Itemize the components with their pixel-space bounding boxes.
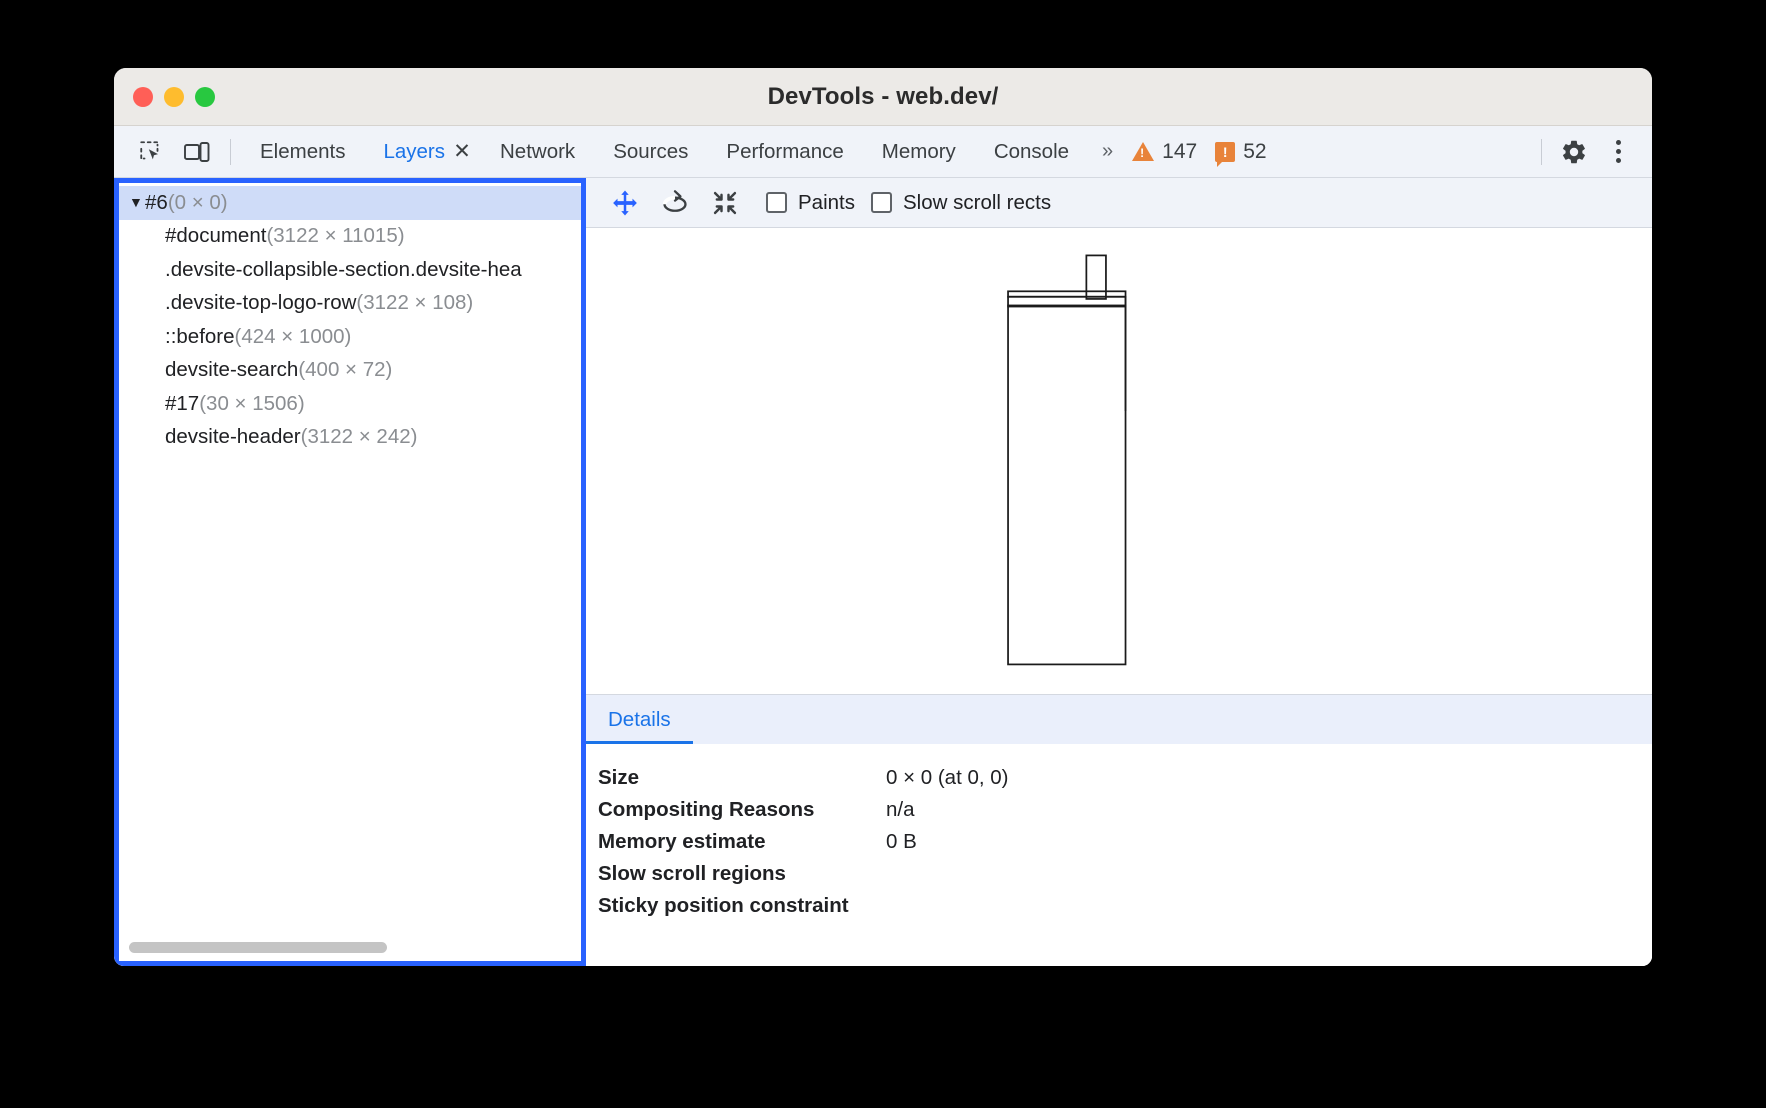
error-count-label: 52 <box>1243 140 1266 164</box>
layer-tree-list[interactable]: ▼ #6 (0 × 0) #document (3122 × 11015) .d… <box>119 183 581 935</box>
details-key: Memory estimate <box>586 830 886 854</box>
layer-dimensions: (30 × 1506) <box>199 392 304 416</box>
paints-checkbox-row[interactable]: Paints <box>766 191 855 215</box>
layer-tree-panel: ▼ #6 (0 × 0) #document (3122 × 11015) .d… <box>114 178 586 966</box>
details-row-sticky-position-constraint: Sticky position constraint <box>586 890 1652 922</box>
window-titlebar: DevTools - web.dev/ <box>114 68 1652 126</box>
details-key: Sticky position constraint <box>586 894 886 918</box>
layer-name: .devsite-top-logo-row <box>165 291 356 315</box>
layer-dimensions: (0 × 0) <box>168 191 228 215</box>
details-tabbar: Details <box>586 694 1652 744</box>
details-row-memory-estimate: Memory estimate 0 B <box>586 826 1652 858</box>
layer-tree-row-collapsible-section[interactable]: .devsite-collapsible-section.devsite-hea <box>119 253 581 287</box>
device-toolbar-icon[interactable] <box>174 132 220 172</box>
warning-count-label: 147 <box>1162 140 1197 164</box>
layer-name: devsite-search <box>165 358 298 382</box>
slow-scroll-rects-checkbox[interactable] <box>871 192 892 213</box>
layer-dimensions: (400 × 72) <box>298 358 392 382</box>
layer-tree-row-top-logo-row[interactable]: .devsite-top-logo-row (3122 × 108) <box>119 287 581 321</box>
details-value: 0 B <box>886 830 917 854</box>
details-key: Compositing Reasons <box>586 798 886 822</box>
chevron-down-icon[interactable]: ▼ <box>129 194 145 210</box>
details-row-slow-scroll-regions: Slow scroll regions <box>586 858 1652 890</box>
tab-memory[interactable]: Memory <box>863 126 975 178</box>
layer-tree-row-devsite-search[interactable]: devsite-search (400 × 72) <box>119 354 581 388</box>
layer-dimensions: (3122 × 108) <box>356 291 473 315</box>
details-content: Size 0 × 0 (at 0, 0) Compositing Reasons… <box>586 744 1652 966</box>
layer-name: devsite-header <box>165 425 301 449</box>
details-key: Size <box>586 766 886 790</box>
horizontal-scrollbar[interactable] <box>119 935 581 961</box>
tab-network[interactable]: Network <box>481 126 594 178</box>
tab-layers[interactable]: Layers <box>364 126 453 178</box>
layer-dimensions: (424 × 1000) <box>235 325 352 349</box>
rotate-mode-icon[interactable] <box>650 181 700 225</box>
details-value: 0 × 0 (at 0, 0) <box>886 766 1009 790</box>
layer-tree-row-6[interactable]: ▼ #6 (0 × 0) <box>119 186 581 220</box>
toolbar-divider-right <box>1541 139 1542 165</box>
tab-details[interactable]: Details <box>586 710 693 745</box>
details-value: n/a <box>886 798 915 822</box>
reset-transform-icon[interactable] <box>700 181 750 225</box>
devtools-tabstrip: Elements Layers ✕ Network Sources Perfor… <box>114 126 1652 178</box>
more-tabs-icon[interactable]: » <box>1088 140 1123 163</box>
layer-name: .devsite-collapsible-section.devsite-hea <box>165 258 522 282</box>
error-count-badge[interactable]: ! 52 <box>1206 140 1275 164</box>
warning-count-badge[interactable]: 147 <box>1123 140 1206 164</box>
layer-tree-row-devsite-header[interactable]: devsite-header (3122 × 242) <box>119 421 581 455</box>
pan-mode-icon[interactable] <box>600 181 650 225</box>
paints-checkbox[interactable] <box>766 192 787 213</box>
slow-scroll-rects-checkbox-row[interactable]: Slow scroll rects <box>871 191 1051 215</box>
layer-dimensions: (3122 × 242) <box>301 425 418 449</box>
error-bubble-icon: ! <box>1215 142 1235 162</box>
toolbar-right-group <box>1531 131 1640 173</box>
layer-tree-row-before[interactable]: ::before (424 × 1000) <box>119 320 581 354</box>
warning-triangle-icon <box>1132 142 1154 161</box>
inspect-element-icon[interactable] <box>128 132 174 172</box>
tab-elements[interactable]: Elements <box>241 126 364 178</box>
paints-label: Paints <box>798 191 855 215</box>
window-title: DevTools - web.dev/ <box>114 83 1652 111</box>
gear-icon[interactable] <box>1552 131 1596 173</box>
details-key: Slow scroll regions <box>586 862 886 886</box>
layer-tree-row-17[interactable]: #17 (30 × 1506) <box>119 387 581 421</box>
zoom-window-button[interactable] <box>195 87 215 107</box>
traffic-light-buttons[interactable] <box>133 87 215 107</box>
close-window-button[interactable] <box>133 87 153 107</box>
devtools-window: DevTools - web.dev/ Elements Layers ✕ Ne… <box>114 68 1652 966</box>
layers-view-panel: Paints Slow scroll rects <box>586 178 1652 966</box>
layer-name: #17 <box>165 392 199 416</box>
layer-name: #6 <box>145 191 168 215</box>
layer-tree-row-document[interactable]: #document (3122 × 11015) <box>119 220 581 254</box>
layer-name: #document <box>165 224 266 248</box>
scrollbar-thumb[interactable] <box>129 942 387 953</box>
close-icon[interactable]: ✕ <box>453 126 481 178</box>
details-row-compositing-reasons: Compositing Reasons n/a <box>586 794 1652 826</box>
details-row-size: Size 0 × 0 (at 0, 0) <box>586 762 1652 794</box>
slow-scroll-rects-label: Slow scroll rects <box>903 191 1051 215</box>
tab-sources[interactable]: Sources <box>594 126 707 178</box>
minimize-window-button[interactable] <box>164 87 184 107</box>
layers-view-toolbar: Paints Slow scroll rects <box>586 178 1652 228</box>
layers-3d-canvas[interactable] <box>586 228 1652 694</box>
layer-stack-drawing <box>586 228 1652 694</box>
tab-console[interactable]: Console <box>975 126 1088 178</box>
tab-performance[interactable]: Performance <box>707 126 862 178</box>
kebab-menu-icon[interactable] <box>1596 131 1640 173</box>
toolbar-divider <box>230 139 231 165</box>
layer-name: ::before <box>165 325 235 349</box>
layer-dimensions: (3122 × 11015) <box>266 224 404 248</box>
devtools-body: ▼ #6 (0 × 0) #document (3122 × 11015) .d… <box>114 178 1652 966</box>
screenshot-root: DevTools - web.dev/ Elements Layers ✕ Ne… <box>0 0 1766 1108</box>
